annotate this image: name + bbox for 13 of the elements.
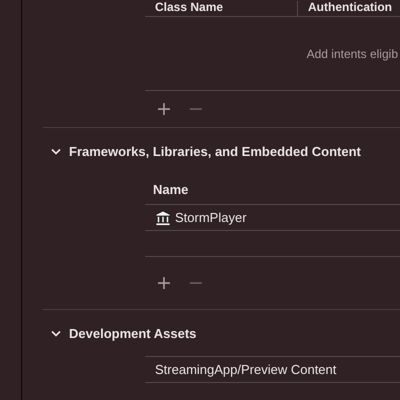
chevron-down-icon[interactable]	[51, 330, 61, 336]
framework-name[interactable]: StormPlayer	[175, 210, 247, 225]
section-title: Development Assets	[69, 326, 196, 340]
column-header[interactable]: Class Name	[145, 1, 298, 16]
library-icon	[155, 210, 171, 226]
asset-path[interactable]: StreamingApp/Preview Content	[155, 362, 336, 377]
chevron-down-icon[interactable]	[51, 148, 61, 154]
column-header[interactable]: Authentication	[298, 1, 392, 16]
add-button[interactable]: +	[155, 100, 173, 118]
add-button[interactable]: +	[155, 274, 173, 292]
section-title: Frameworks, Libraries, and Embedded Content	[69, 144, 361, 158]
column-header[interactable]: Name	[145, 174, 400, 205]
empty-hint: Add intents eligib	[306, 46, 398, 60]
